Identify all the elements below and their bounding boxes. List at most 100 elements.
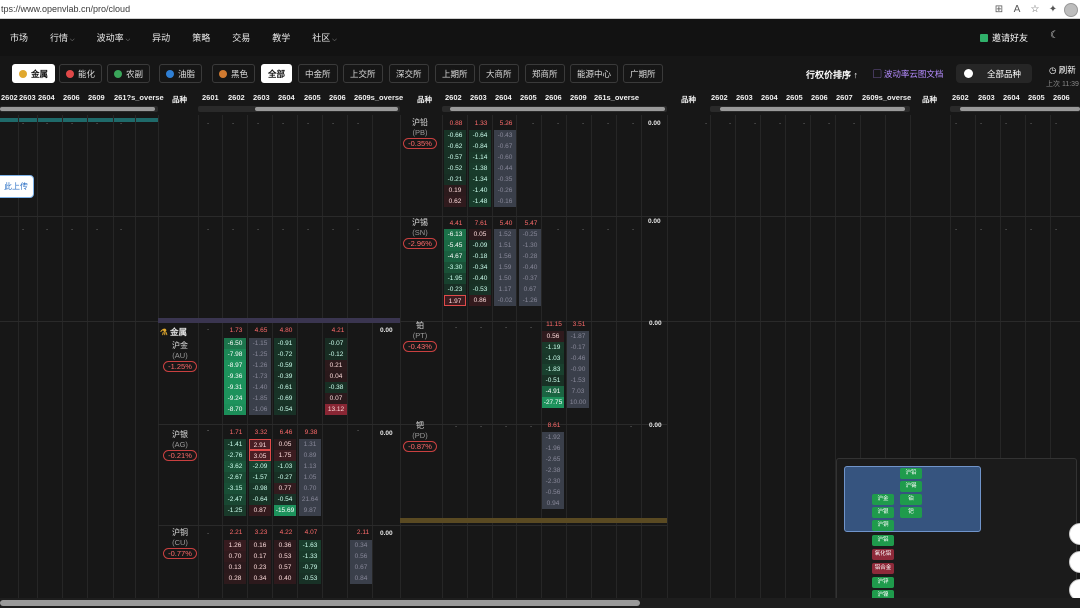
strike-sort-button[interactable]: 行权价排序 ↑: [806, 68, 858, 81]
iv-cell[interactable]: -0.28: [519, 251, 541, 262]
iv-cell[interactable]: -1.73: [249, 371, 271, 382]
iv-cell[interactable]: 0.70: [224, 551, 246, 562]
horizontal-scrollbar[interactable]: [0, 598, 1080, 608]
iv-cell[interactable]: 21.64: [299, 494, 321, 505]
iv-cell[interactable]: 13.12: [325, 404, 347, 415]
iv-cell[interactable]: -0.67: [494, 141, 516, 152]
minimap-node[interactable]: 沪铜: [872, 520, 894, 531]
iv-cell[interactable]: 0.05: [469, 229, 491, 240]
iv-cell[interactable]: -0.02: [494, 295, 516, 306]
iv-cell[interactable]: -1.26: [519, 295, 541, 306]
iv-cell[interactable]: -0.44: [494, 163, 516, 174]
nav-community[interactable]: 社区 ⌵: [312, 31, 337, 44]
star-icon[interactable]: ☆: [1028, 3, 1042, 17]
iv-cell[interactable]: -2.30: [542, 476, 564, 487]
iv-cell[interactable]: 3.05: [249, 450, 271, 461]
iv-cell[interactable]: 0.36: [274, 540, 296, 551]
extensions-icon[interactable]: ✦: [1046, 3, 1060, 17]
nav-teaching[interactable]: 教学: [272, 31, 290, 44]
exchange-chip[interactable]: 大商所: [479, 64, 519, 83]
iv-cell[interactable]: -6.13: [444, 229, 466, 240]
iv-cell[interactable]: -0.40: [469, 273, 491, 284]
refresh-button[interactable]: ◷ 刷新: [1049, 64, 1076, 76]
iv-cell[interactable]: 9.87: [299, 505, 321, 516]
iv-cell[interactable]: 1.75: [274, 450, 296, 461]
iv-cell[interactable]: 0.40: [274, 573, 296, 584]
minimap-node[interactable]: 沪金: [872, 494, 894, 505]
iv-cell[interactable]: -1.85: [249, 393, 271, 404]
iv-cell[interactable]: -2.38: [542, 465, 564, 476]
iv-cell[interactable]: 0.94: [542, 498, 564, 509]
iv-cell[interactable]: -4.91: [542, 386, 564, 397]
iv-cell[interactable]: 0.05: [274, 439, 296, 450]
category-chip[interactable]: 能化: [59, 64, 103, 83]
iv-cell[interactable]: 7.03: [567, 386, 589, 397]
url-text[interactable]: tps://www.openvlab.cn/pro/cloud: [1, 4, 130, 14]
product-label[interactable]: 沪银 (AG) -0.21%: [160, 429, 200, 461]
column-scrollbar[interactable]: [442, 106, 667, 112]
iv-cell[interactable]: -0.39: [274, 371, 296, 382]
iv-cell[interactable]: 1.17: [494, 284, 516, 295]
iv-cell[interactable]: -0.66: [444, 130, 466, 141]
column-scrollbar[interactable]: [0, 106, 158, 112]
iv-cell[interactable]: -1.92: [542, 432, 564, 443]
iv-cell[interactable]: -0.52: [444, 163, 466, 174]
iv-cell[interactable]: -0.46: [567, 353, 589, 364]
exchange-chip[interactable]: 中金所: [298, 64, 338, 83]
iv-cell[interactable]: -2.09: [249, 461, 271, 472]
iv-cell[interactable]: -0.40: [519, 262, 541, 273]
iv-cell[interactable]: -0.51: [542, 375, 564, 386]
iv-cell[interactable]: -0.54: [274, 404, 296, 415]
column-scrollbar[interactable]: [198, 106, 400, 112]
iv-cell[interactable]: -0.17: [567, 342, 589, 353]
iv-cell[interactable]: -0.79: [299, 562, 321, 573]
iv-cell[interactable]: -0.26: [494, 185, 516, 196]
upload-tooltip[interactable]: 此上传: [0, 175, 34, 198]
minimap-node[interactable]: 沪银: [872, 507, 894, 518]
iv-cell[interactable]: 1.52: [494, 229, 516, 240]
iv-cell[interactable]: -0.35: [494, 174, 516, 185]
nav-strategy[interactable]: 策略: [192, 31, 210, 44]
iv-cell[interactable]: 0.34: [350, 540, 372, 551]
iv-cell[interactable]: -0.91: [274, 338, 296, 349]
iv-cell[interactable]: -3.15: [224, 483, 246, 494]
theme-moon-icon[interactable]: ☾: [1050, 30, 1059, 41]
iv-cell[interactable]: -1.15: [249, 338, 271, 349]
iv-cell[interactable]: -0.09: [469, 240, 491, 251]
iv-cell[interactable]: -4.67: [444, 251, 466, 262]
iv-cell[interactable]: -0.54: [274, 494, 296, 505]
iv-cell[interactable]: 1.50: [494, 273, 516, 284]
category-chip[interactable]: 金属: [12, 64, 56, 83]
iv-cell[interactable]: 2.91: [249, 439, 271, 450]
minimap-node[interactable]: 沪铝: [872, 535, 894, 546]
iv-cell[interactable]: 0.07: [325, 393, 347, 404]
iv-cell[interactable]: 0.86: [469, 295, 491, 306]
iv-cell[interactable]: -1.30: [519, 240, 541, 251]
iv-cell[interactable]: -8.97: [224, 360, 246, 371]
exchange-chip[interactable]: 郑商所: [525, 64, 565, 83]
iv-cell[interactable]: 0.56: [350, 551, 372, 562]
product-label[interactable]: 沪铅 (PB) -0.35%: [400, 117, 440, 149]
iv-cell[interactable]: -0.34: [469, 262, 491, 273]
iv-cell[interactable]: -0.18: [469, 251, 491, 262]
minimap-panel[interactable]: 沪铅 沪锡 沪金铂沪银钯沪铜 沪铝 氧化铝 铝合金 沪锌 沪镍: [836, 458, 1077, 604]
iv-cell[interactable]: -0.27: [274, 472, 296, 483]
column-scrollbar[interactable]: [710, 106, 910, 112]
iv-cell[interactable]: -0.37: [519, 273, 541, 284]
iv-cell[interactable]: -2.76: [224, 450, 246, 461]
iv-cell[interactable]: -0.72: [274, 349, 296, 360]
iv-cell[interactable]: -0.61: [274, 382, 296, 393]
iv-cell[interactable]: -2.67: [224, 472, 246, 483]
iv-cell[interactable]: 0.87: [249, 505, 271, 516]
minimap-node[interactable]: 沪铅: [900, 468, 922, 479]
product-label[interactable]: 沪铜 (CU) -0.77%: [160, 527, 200, 559]
iv-cell[interactable]: -0.25: [519, 229, 541, 240]
category-chip[interactable]: 黑色: [212, 64, 256, 83]
iv-cell[interactable]: -0.84: [469, 141, 491, 152]
browser-address-bar[interactable]: tps://www.openvlab.cn/pro/cloud ⊞ A ☆ ✦: [0, 0, 1080, 19]
invite-friends-button[interactable]: 邀请好友: [980, 31, 1028, 44]
iv-cell[interactable]: -1.41: [224, 439, 246, 450]
nav-quotes[interactable]: 行情 ⌵: [50, 31, 75, 44]
iv-cell[interactable]: -1.25: [224, 505, 246, 516]
iv-cell[interactable]: -2.47: [224, 494, 246, 505]
